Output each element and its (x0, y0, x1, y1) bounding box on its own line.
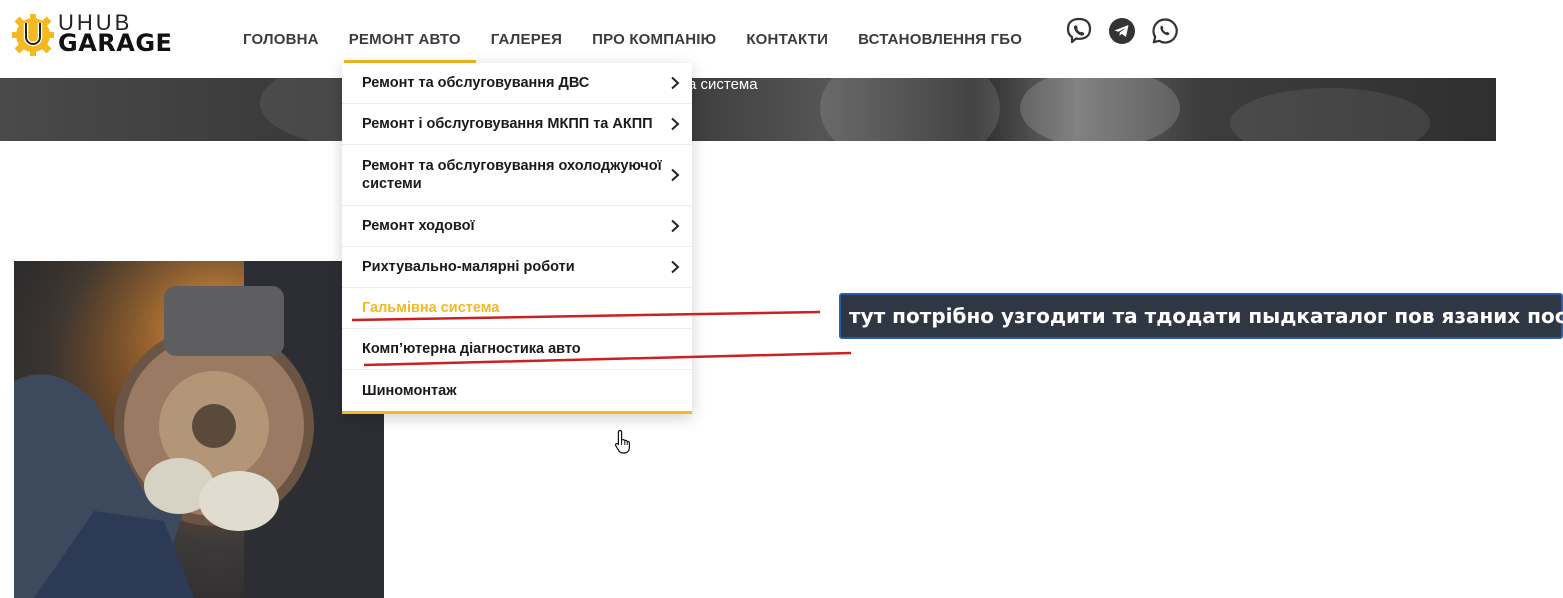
telegram-icon[interactable] (1107, 16, 1137, 46)
dropdown-item-label: Комп’ютерна діагностика авто (362, 341, 581, 357)
dropdown-item-label: Ремонт та обслуговування ДВС (362, 75, 590, 91)
chevron-right-icon (671, 76, 680, 90)
dropdown-item-cooling[interactable]: Ремонт та обслуговування охолоджуючої си… (342, 145, 692, 206)
dropdown-item-label: Гальмівна система (362, 300, 500, 316)
nav-item-home[interactable]: ГОЛОВНА (228, 6, 334, 72)
social-links (1064, 16, 1180, 46)
chevron-right-icon (671, 117, 680, 131)
dropdown-item-suspension[interactable]: Ремонт ходової (342, 206, 692, 247)
dropdown-item-label: Ремонт та обслуговування охолоджуючої си… (362, 158, 662, 192)
dropdown-item-tires[interactable]: Шиномонтаж (342, 370, 692, 411)
dropdown-item-diagnostics[interactable]: Комп’ютерна діагностика авто (342, 329, 692, 370)
whatsapp-icon[interactable] (1150, 16, 1180, 46)
nav-item-contacts[interactable]: КОНТАКТИ (731, 6, 843, 72)
gear-logo-icon (12, 14, 54, 56)
hand-cursor-icon (614, 429, 630, 454)
brake-repair-photo (14, 261, 384, 598)
viber-icon[interactable] (1064, 16, 1094, 46)
dropdown-item-label: Шиномонтаж (362, 382, 457, 399)
chevron-right-icon (671, 168, 680, 182)
dropdown-item-transmission[interactable]: Ремонт і обслуговування МКПП та АКПП (342, 104, 692, 145)
uhub-garage-logo[interactable]: UHUB GARAGE (12, 10, 202, 58)
annotation-note: тут потрібно узгодити та тдодати пыдката… (839, 293, 1563, 339)
logo-text-bottom: GARAGE (58, 29, 173, 57)
dropdown-item-brakes[interactable]: Гальмівна система (342, 288, 692, 329)
dropdown-item-label: Ремонт і обслуговування МКПП та АКПП (362, 116, 653, 132)
dropdown-item-bodywork[interactable]: Рихтувально-малярні роботи (342, 247, 692, 288)
breadcrumb-current: а система (688, 76, 758, 93)
dropdown-item-engine[interactable]: Ремонт та обслуговування ДВС (342, 63, 692, 104)
chevron-right-icon (671, 260, 680, 274)
nav-item-lpg-install[interactable]: ВСТАНОВЛЕННЯ ГБО (843, 6, 1037, 72)
site-header: UHUB GARAGE ГОЛОВНА РЕМОНТ АВТО ГАЛЕРЕЯ … (0, 0, 1563, 78)
dropdown-item-label: Рихтувально-малярні роботи (362, 259, 575, 275)
chevron-right-icon (671, 219, 680, 233)
dropdown-item-label: Ремонт ходової (362, 218, 475, 234)
car-repair-dropdown: Ремонт та обслуговування ДВС Ремонт і об… (342, 63, 692, 414)
